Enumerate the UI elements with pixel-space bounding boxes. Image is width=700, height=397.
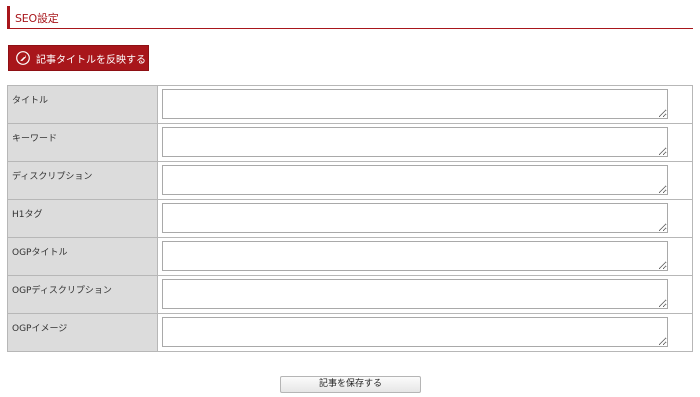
field-row-title: タイトル xyxy=(7,85,693,124)
field-row-ogp-image: OGPイメージ xyxy=(7,313,693,352)
field-label: タイトル xyxy=(7,85,158,124)
h1-tag-input[interactable] xyxy=(162,203,668,233)
description-input[interactable] xyxy=(162,165,668,195)
field-row-ogp-description: OGPディスクリプション xyxy=(7,275,693,314)
tag-icon xyxy=(16,51,30,65)
section-title: SEO設定 xyxy=(15,12,59,25)
field-row-keywords: キーワード xyxy=(7,123,693,162)
field-row-description: ディスクリプション xyxy=(7,161,693,200)
reflect-title-label: 記事タイトルを反映する xyxy=(36,54,146,66)
field-row-h1: H1タグ xyxy=(7,199,693,238)
field-label: ディスクリプション xyxy=(7,161,158,200)
ogp-title-input[interactable] xyxy=(162,241,668,271)
reflect-title-button[interactable]: 記事タイトルを反映する xyxy=(8,45,149,71)
field-row-ogp-title: OGPタイトル xyxy=(7,237,693,276)
save-article-button[interactable]: 記事を保存する xyxy=(280,376,421,393)
title-input[interactable] xyxy=(162,89,668,119)
section-header: SEO設定 xyxy=(7,6,693,29)
seo-fields-table: タイトル キーワード ディスクリプション H1タグ OGPタイトル OGPディス… xyxy=(7,85,693,352)
field-label: OGPディスクリプション xyxy=(7,275,158,314)
field-label: H1タグ xyxy=(7,199,158,238)
field-label: OGPタイトル xyxy=(7,237,158,276)
field-label: OGPイメージ xyxy=(7,313,158,352)
ogp-image-input[interactable] xyxy=(162,317,668,347)
ogp-description-input[interactable] xyxy=(162,279,668,309)
field-label: キーワード xyxy=(7,123,158,162)
keywords-input[interactable] xyxy=(162,127,668,157)
